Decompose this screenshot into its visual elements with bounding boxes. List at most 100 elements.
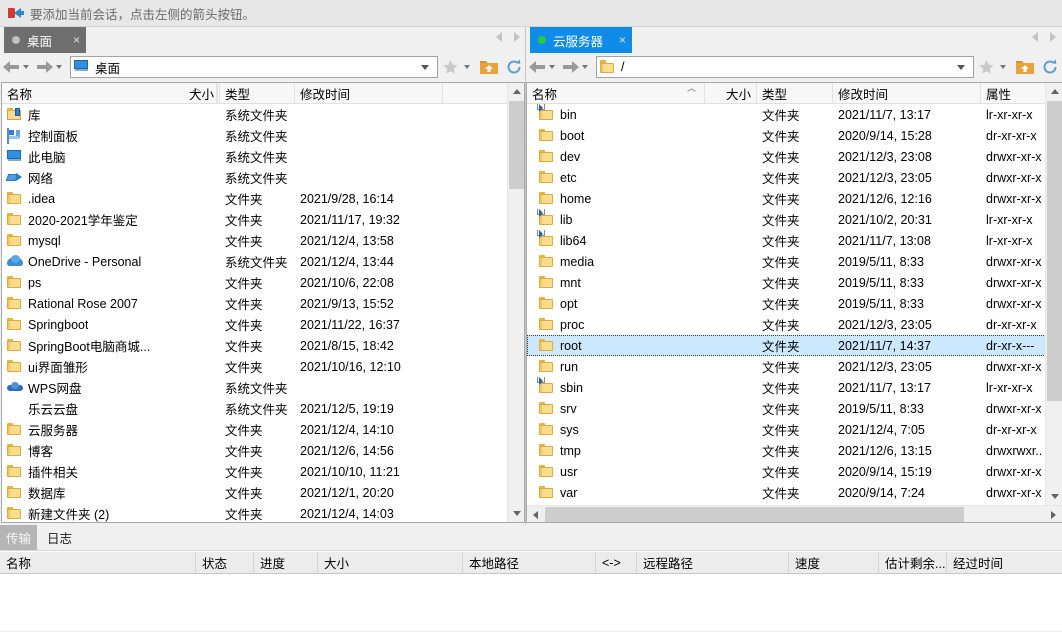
table-row[interactable]: usr 文件夹 2020/9/14, 15:19 drwxr-xr-x xyxy=(527,461,1062,482)
table-row[interactable]: 乐云云盘 系统文件夹 2021/12/5, 19:19 xyxy=(2,398,524,419)
local-scroll-thumb[interactable] xyxy=(509,101,524,189)
remote-tab-close-icon[interactable]: × xyxy=(619,34,626,46)
remote-col-type[interactable]: 类型 xyxy=(757,83,833,104)
table-row[interactable]: dev 文件夹 2021/12/3, 23:08 drwxr-xr-x xyxy=(527,146,1062,167)
table-row[interactable]: OneDrive - Personal 系统文件夹 2021/12/4, 13:44 xyxy=(2,251,524,272)
table-row[interactable]: etc 文件夹 2021/12/3, 23:05 drwxr-xr-x xyxy=(527,167,1062,188)
table-row[interactable]: srv 文件夹 2019/5/11, 8:33 drwxr-xr-x xyxy=(527,398,1062,419)
local-col-size[interactable]: 大小 xyxy=(162,83,220,104)
table-row[interactable]: 新建文件夹 (2) 文件夹 2021/12/4, 14:03 xyxy=(2,503,524,522)
bookmark-star-icon[interactable] xyxy=(442,59,459,75)
table-row[interactable]: lib 文件夹 2021/10/2, 20:31 lr-xr-xr-x xyxy=(527,209,1062,230)
remote-tab-cloudserver[interactable]: 云服务器 × xyxy=(530,27,633,53)
table-row[interactable]: proc 文件夹 2021/12/3, 23:05 dr-xr-xr-x xyxy=(527,314,1062,335)
table-row[interactable]: ps 文件夹 2021/10/6, 22:08 xyxy=(2,272,524,293)
remote-forward-button[interactable] xyxy=(561,55,594,79)
transfer-col-remotepath[interactable]: 远程路径 xyxy=(637,552,789,573)
table-row[interactable]: sys 文件夹 2021/12/4, 7:05 dr-xr-xr-x xyxy=(527,419,1062,440)
tab-scroll-right-icon[interactable] xyxy=(1050,32,1056,42)
bookmark-dropdown-icon[interactable] xyxy=(464,65,470,69)
local-forward-button[interactable] xyxy=(35,55,68,79)
table-row[interactable]: sbin 文件夹 2021/11/7, 13:17 lr-xr-xr-x xyxy=(527,377,1062,398)
table-row[interactable]: tmp 文件夹 2021/12/6, 13:15 drwxrwxr.. xyxy=(527,440,1062,461)
local-back-button[interactable] xyxy=(2,55,35,79)
table-row[interactable]: Rational Rose 2007 文件夹 2021/9/13, 15:52 xyxy=(2,293,524,314)
transfer-col-localpath[interactable]: 本地路径 xyxy=(463,552,596,573)
forward-dropdown-icon[interactable] xyxy=(582,65,588,69)
refresh-icon[interactable] xyxy=(1041,58,1059,76)
transfer-col-name[interactable]: 名称 xyxy=(0,552,196,573)
local-col-modified[interactable]: 修改时间 xyxy=(295,83,443,104)
transfer-col-status[interactable]: 状态 xyxy=(196,552,254,573)
table-row[interactable]: mnt 文件夹 2019/5/11, 8:33 drwxr-xr-x xyxy=(527,272,1062,293)
refresh-icon[interactable] xyxy=(505,58,523,76)
table-row[interactable]: 博客 文件夹 2021/12/6, 14:56 xyxy=(2,440,524,461)
transfer-col-elapsed[interactable]: 经过时间 xyxy=(947,552,1062,573)
local-col-type[interactable]: 类型 xyxy=(220,83,295,104)
back-dropdown-icon[interactable] xyxy=(23,65,29,69)
table-row[interactable]: WPS网盘 系统文件夹 xyxy=(2,377,524,398)
local-path-input[interactable]: 桌面 xyxy=(70,56,438,78)
transfer-list-body[interactable] xyxy=(0,574,1062,631)
scroll-right-icon[interactable] xyxy=(1045,506,1062,522)
up-folder-icon[interactable] xyxy=(479,59,499,76)
table-row[interactable]: opt 文件夹 2019/5/11, 8:33 drwxr-xr-x xyxy=(527,293,1062,314)
scroll-down-icon[interactable] xyxy=(1046,488,1062,505)
table-row[interactable]: 2020-2021学年鉴定 文件夹 2021/11/17, 19:32 xyxy=(2,209,524,230)
remote-col-name[interactable]: 名称 ︿ xyxy=(527,83,705,104)
local-tab-close-icon[interactable]: × xyxy=(73,34,80,46)
transfer-col-eta[interactable]: 估计剩余... xyxy=(879,552,947,573)
up-folder-icon[interactable] xyxy=(1015,59,1035,76)
table-row-selected[interactable]: root 文件夹 2021/11/7, 14:37 dr-xr-x--- xyxy=(527,335,1062,356)
remote-horizontal-scrollbar[interactable] xyxy=(527,505,1062,522)
forward-dropdown-icon[interactable] xyxy=(56,65,62,69)
scroll-left-icon[interactable] xyxy=(527,506,544,522)
table-row[interactable]: 库 系统文件夹 xyxy=(2,104,524,125)
local-vertical-scrollbar[interactable] xyxy=(507,83,524,522)
remote-hscroll-thumb[interactable] xyxy=(545,507,964,522)
transfer-tab-0[interactable]: 传输 xyxy=(0,525,38,550)
local-path-dropdown-icon[interactable] xyxy=(421,64,429,70)
remote-path-input[interactable]: / xyxy=(596,56,974,78)
remote-file-list[interactable]: 名称 ︿ 大小 类型 修改时间 属性 bin 文件夹 2021/11/7, 13:1… xyxy=(526,82,1062,523)
remote-back-button[interactable] xyxy=(528,55,561,79)
transfer-col-size[interactable]: 大小 xyxy=(318,552,463,573)
transfer-col-progress[interactable]: 进度 xyxy=(254,552,318,573)
table-row[interactable]: SpringBoot电脑商城... 文件夹 2021/8/15, 18:42 xyxy=(2,335,524,356)
remote-scroll-thumb[interactable] xyxy=(1047,101,1062,401)
bookmark-dropdown-icon[interactable] xyxy=(1000,65,1006,69)
transfer-col-direction[interactable]: <-> xyxy=(596,552,637,573)
table-row[interactable]: 插件相关 文件夹 2021/10/10, 11:21 xyxy=(2,461,524,482)
remote-col-size[interactable]: 大小 xyxy=(705,83,757,104)
table-row[interactable]: mysql 文件夹 2021/12/4, 13:58 xyxy=(2,230,524,251)
table-row[interactable]: bin 文件夹 2021/11/7, 13:17 lr-xr-xr-x xyxy=(527,104,1062,125)
table-row[interactable]: 云服务器 文件夹 2021/12/4, 14:10 xyxy=(2,419,524,440)
table-row[interactable]: Springboot 文件夹 2021/11/22, 16:37 xyxy=(2,314,524,335)
table-row[interactable]: .idea 文件夹 2021/9/28, 16:14 xyxy=(2,188,524,209)
remote-col-modified[interactable]: 修改时间 xyxy=(833,83,981,104)
tab-scroll-left-icon[interactable] xyxy=(1032,32,1038,42)
table-row[interactable]: ui界面雏形 文件夹 2021/10/16, 12:10 xyxy=(2,356,524,377)
back-dropdown-icon[interactable] xyxy=(549,65,555,69)
tab-scroll-right-icon[interactable] xyxy=(514,32,520,42)
remote-vertical-scrollbar[interactable] xyxy=(1045,83,1062,505)
table-row[interactable]: run 文件夹 2021/12/3, 23:05 drwxr-xr-x xyxy=(527,356,1062,377)
table-row[interactable]: 此电脑 系统文件夹 xyxy=(2,146,524,167)
table-row[interactable]: lib64 文件夹 2021/11/7, 13:08 lr-xr-xr-x xyxy=(527,230,1062,251)
scroll-down-icon[interactable] xyxy=(508,505,524,522)
bookmark-star-icon[interactable] xyxy=(978,59,995,75)
table-row[interactable]: var 文件夹 2020/9/14, 7:24 drwxr-xr-x xyxy=(527,482,1062,503)
table-row[interactable]: boot 文件夹 2020/9/14, 15:28 dr-xr-xr-x xyxy=(527,125,1062,146)
tab-scroll-left-icon[interactable] xyxy=(496,32,502,42)
remote-path-dropdown-icon[interactable] xyxy=(957,64,965,70)
table-row[interactable]: home 文件夹 2021/12/6, 12:16 drwxr-xr-x xyxy=(527,188,1062,209)
table-row[interactable]: media 文件夹 2019/5/11, 8:33 drwxr-xr-x xyxy=(527,251,1062,272)
transfer-tab-1[interactable]: 日志 xyxy=(37,525,82,550)
local-file-list[interactable]: 名称 ︿ 大小 类型 修改时间 库系统文件夹 控制面板 系统文件夹 此电脑 系统… xyxy=(1,82,525,523)
scroll-up-icon[interactable] xyxy=(508,83,524,100)
local-tab-desktop[interactable]: 桌面 × xyxy=(4,27,86,53)
transfer-col-speed[interactable]: 速度 xyxy=(789,552,879,573)
table-row[interactable]: 数据库 文件夹 2021/12/1, 20:20 xyxy=(2,482,524,503)
table-row[interactable]: 网络 系统文件夹 xyxy=(2,167,524,188)
table-row[interactable]: 控制面板 系统文件夹 xyxy=(2,125,524,146)
